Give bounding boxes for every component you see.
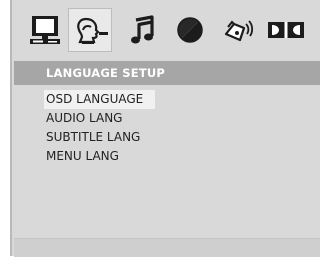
status-bar [14,238,320,257]
tab-speaker-setup[interactable] [218,8,262,52]
menu-item-menu-lang[interactable]: MENU LANG [44,147,131,166]
tab-video-setup[interactable] [168,8,212,52]
tab-language-setup[interactable] [68,8,112,52]
tab-general-setup[interactable] [24,8,68,52]
speaker-icon [224,20,254,42]
language-person-icon [77,17,108,44]
monitor-icon [30,16,60,44]
language-menu: OSD LANGUAGE AUDIO LANG SUBTITLE LANG ME… [44,90,224,166]
music-note-icon [131,15,154,44]
video-circle-icon [177,17,203,43]
menu-item-audio-lang[interactable]: AUDIO LANG [44,109,134,128]
menu-item-subtitle-lang[interactable]: SUBTITLE LANG [44,128,152,147]
page-title: LANGUAGE SETUP [14,61,320,85]
setup-tab-bar [12,0,320,58]
dolby-icon [268,22,304,38]
setup-panel: LANGUAGE SETUP OSD LANGUAGE AUDIO LANG S… [10,0,320,257]
menu-item-osd-language[interactable]: OSD LANGUAGE [44,90,156,109]
tab-dolby-setup[interactable] [264,8,308,52]
tab-audio-setup[interactable] [120,8,164,52]
